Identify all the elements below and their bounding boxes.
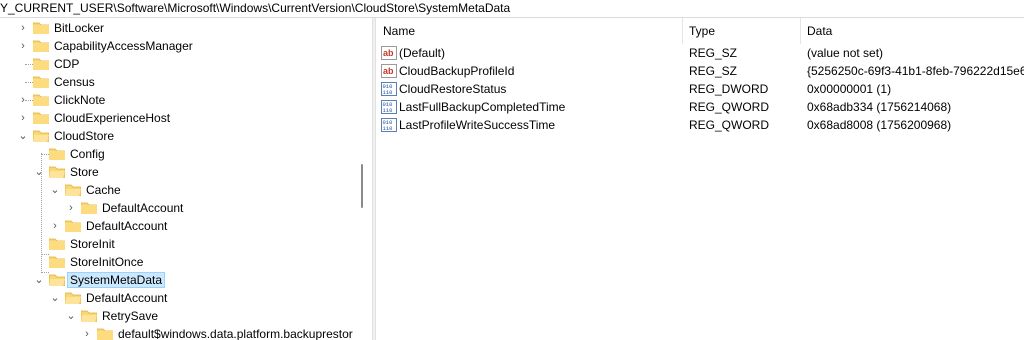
tree-guide xyxy=(25,82,33,83)
folder-open-icon xyxy=(65,291,81,304)
folder-open-icon xyxy=(33,129,49,142)
folder-open-icon xyxy=(49,165,65,178)
value-type: REG_DWORD xyxy=(689,82,769,96)
folder-open-icon xyxy=(81,309,97,322)
folder-icon xyxy=(97,327,113,340)
address-path[interactable]: EY_CURRENT_USER\Software\Microsoft\Windo… xyxy=(0,1,510,15)
value-type: REG_SZ xyxy=(689,46,738,60)
column-header-data[interactable]: Data xyxy=(801,18,1024,44)
chevron-right-icon[interactable]: › xyxy=(16,39,30,53)
tree-item-label: CloudStore xyxy=(54,129,115,143)
folder-icon xyxy=(49,237,65,250)
tree-item-label: CloudExperienceHost xyxy=(54,111,171,125)
value-type: REG_QWORD xyxy=(689,100,770,114)
folder-icon xyxy=(33,21,49,34)
tree-item-label: RetrySave xyxy=(102,309,159,323)
folder-icon xyxy=(49,255,65,268)
value-name: (Default) xyxy=(399,46,446,60)
value-data: (value not set) xyxy=(807,46,884,60)
tree-item-label: StoreInitOnce xyxy=(70,255,144,269)
list-header: Name Type Data xyxy=(377,18,1024,44)
value-row[interactable]: 010 110 LastProfileWriteSuccessTime REG_Q… xyxy=(377,116,1024,134)
chevron-down-icon[interactable]: ⌄ xyxy=(48,291,62,305)
chevron-down-icon[interactable]: ⌄ xyxy=(16,129,30,143)
chevron-right-icon[interactable]: › xyxy=(64,201,78,215)
value-data: 0x68adb334 (1756214068) xyxy=(807,100,952,114)
svg-text:ab: ab xyxy=(383,48,394,58)
tree-guide xyxy=(41,154,49,155)
chevron-right-icon[interactable]: › xyxy=(16,93,30,107)
tree-item-label: CapabilityAccessManager xyxy=(54,39,193,53)
value-row[interactable]: ab CloudBackupProfileId REG_SZ {5256250c… xyxy=(377,62,1024,80)
value-data: 0x68ad8008 (1756200968) xyxy=(807,118,952,132)
tree-item-label: Cache xyxy=(86,183,121,197)
value-name: LastProfileWriteSuccessTime xyxy=(399,118,556,132)
value-data: {5256250c-69f3-41b1-8feb-796222d15e62} xyxy=(807,64,1024,78)
column-header-type[interactable]: Type xyxy=(683,18,801,44)
tree-item-label: CDP xyxy=(54,57,80,71)
tree-item-label: DefaultAccount xyxy=(86,291,168,305)
folder-icon xyxy=(33,57,49,70)
chevron-down-icon[interactable]: ⌄ xyxy=(64,309,78,323)
column-header-name[interactable]: Name xyxy=(377,18,683,44)
value-type: REG_SZ xyxy=(689,64,738,78)
tree-item-label: Store xyxy=(70,165,99,179)
folder-icon xyxy=(65,219,81,232)
value-type: REG_QWORD xyxy=(689,118,770,132)
binary-value-icon: 010 110 xyxy=(381,81,397,97)
chevron-right-icon[interactable]: › xyxy=(16,111,30,125)
pane-splitter[interactable] xyxy=(372,18,376,340)
chevron-right-icon[interactable]: › xyxy=(48,219,62,233)
binary-value-icon: 010 110 xyxy=(381,117,397,133)
value-name: CloudBackupProfileId xyxy=(399,64,515,78)
value-row[interactable]: ab (Default) REG_SZ (value not set) xyxy=(377,44,1024,62)
chevron-right-icon[interactable]: › xyxy=(80,327,94,340)
tree-scrollbar[interactable] xyxy=(356,18,368,340)
tree-item-label: default$windows.data.platform.backuprest… xyxy=(118,327,353,340)
svg-text:110: 110 xyxy=(383,125,393,132)
scrollbar-thumb[interactable] xyxy=(361,164,363,208)
string-value-icon: ab xyxy=(381,45,397,61)
binary-value-icon: 010 110 xyxy=(381,99,397,115)
value-row[interactable]: 010 110 LastFullBackupCompletedTime REG_Q… xyxy=(377,98,1024,116)
chevron-down-icon[interactable]: ⌄ xyxy=(48,183,62,197)
tree-item-label: Census xyxy=(54,75,95,89)
folder-icon xyxy=(33,39,49,52)
string-value-icon: ab xyxy=(381,63,397,79)
chevron-down-icon[interactable]: ⌄ xyxy=(32,165,46,179)
folder-icon xyxy=(49,147,65,160)
folder-icon xyxy=(33,111,49,124)
svg-text:110: 110 xyxy=(383,89,393,96)
tree-guide xyxy=(25,64,33,65)
tree-item-label: BitLocker xyxy=(54,21,105,35)
chevron-right-icon[interactable]: › xyxy=(16,21,30,35)
tree-item-label: ClickNote xyxy=(54,93,106,107)
tree-item-label: Config xyxy=(70,147,105,161)
folder-open-icon xyxy=(49,273,65,286)
value-data: 0x00000001 (1) xyxy=(807,82,892,96)
value-row[interactable]: 010 110 CloudRestoreStatus REG_DWORD 0x00… xyxy=(377,80,1024,98)
value-name: LastFullBackupCompletedTime xyxy=(399,100,566,114)
svg-text:ab: ab xyxy=(383,66,394,76)
tree-guide xyxy=(41,254,49,255)
value-name: CloudRestoreStatus xyxy=(399,82,507,96)
chevron-down-icon[interactable]: ⌄ xyxy=(32,273,46,287)
tree-item-label: SystemMetaData xyxy=(67,272,166,288)
tree-item-label: DefaultAccount xyxy=(102,201,184,215)
folder-icon xyxy=(81,201,97,214)
key-tree[interactable]: › BitLocker › CapabilityAccessManager CD… xyxy=(0,18,372,340)
tree-item-label: DefaultAccount xyxy=(86,219,168,233)
tree-item-label: StoreInit xyxy=(70,237,115,251)
address-bar[interactable]: EY_CURRENT_USER\Software\Microsoft\Windo… xyxy=(0,0,1024,18)
folder-icon xyxy=(33,75,49,88)
svg-text:110: 110 xyxy=(383,107,393,114)
values-list[interactable]: Name Type Data ab (Default) REG_SZ (valu… xyxy=(377,18,1024,340)
folder-open-icon xyxy=(65,183,81,196)
folder-icon xyxy=(33,93,49,106)
